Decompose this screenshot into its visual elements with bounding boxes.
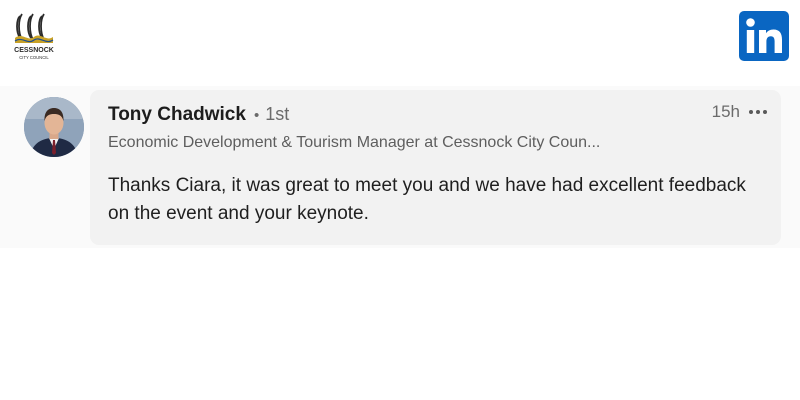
page: CESSNOCK CITY COUNCIL Tony Chadwick • 1s… <box>0 0 800 400</box>
more-options-icon[interactable] <box>749 104 767 120</box>
cessnock-wine-glasses-icon: CESSNOCK CITY COUNCIL <box>14 13 54 60</box>
connection-degree: 1st <box>265 104 290 124</box>
comment-timestamp: 15h <box>711 102 740 121</box>
cessnock-council-logo: CESSNOCK CITY COUNCIL <box>12 10 56 62</box>
logo-wordmark: CESSNOCK <box>14 47 54 54</box>
more-dot <box>756 110 760 114</box>
author-headline: Economic Development & Tourism Manager a… <box>108 134 601 151</box>
author-avatar[interactable] <box>24 97 84 157</box>
more-dot <box>763 110 767 114</box>
author-line: Tony Chadwick • 1st <box>108 104 289 126</box>
logo-subtitle: CITY COUNCIL <box>19 55 49 60</box>
comment-text: Thanks Ciara, it was great to meet you a… <box>108 175 746 224</box>
comment-bubble: Tony Chadwick • 1st Economic Development… <box>90 90 781 245</box>
more-dot <box>749 110 753 114</box>
profile-photo <box>24 97 84 157</box>
separator-dot: • <box>253 107 260 124</box>
comment-meta: 15h <box>712 102 767 122</box>
author-name[interactable]: Tony Chadwick <box>108 104 246 126</box>
linkedin-icon <box>739 11 789 61</box>
